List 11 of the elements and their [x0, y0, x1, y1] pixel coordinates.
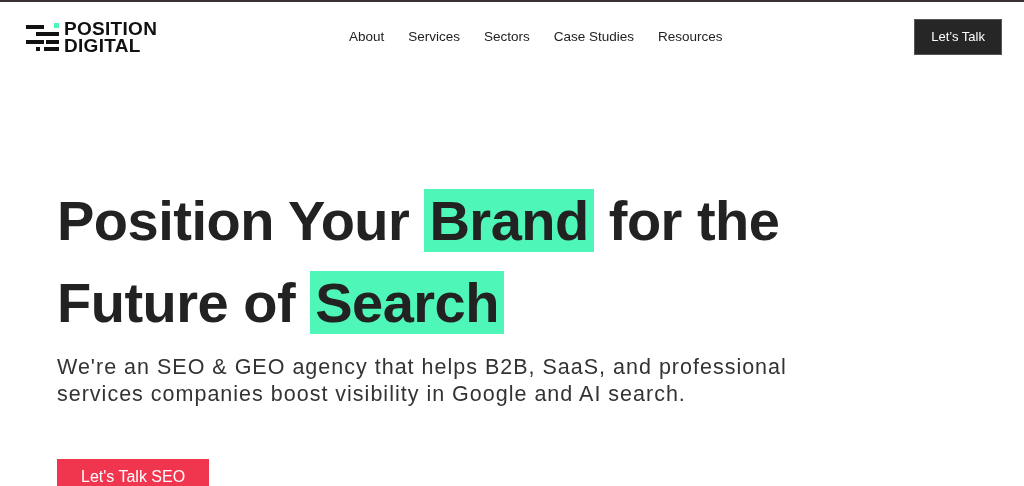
nav-link[interactable]: Services: [408, 26, 460, 48]
hero-headline: Position Your Brand for the Future of Search: [57, 188, 781, 336]
hero-subtitle: We're an SEO & GEO agency that helps B2B, SaaS, and professional services companies boost visibility in Google and AI search.: [57, 354, 788, 408]
nav-link[interactable]: About: [348, 26, 385, 48]
logo-text[interactable]: POSITION DIGITAL: [64, 20, 158, 54]
logo-icon: [26, 22, 60, 52]
lets-talk-seo-button[interactable]: Let's Talk SEO: [57, 459, 210, 486]
lets-talk-button[interactable]: Let’s Talk: [914, 19, 1002, 55]
nav-link[interactable]: Sectors: [483, 26, 530, 48]
nav-link[interactable]: Case Studies: [553, 26, 635, 48]
nav-link[interactable]: Resources: [658, 26, 723, 48]
